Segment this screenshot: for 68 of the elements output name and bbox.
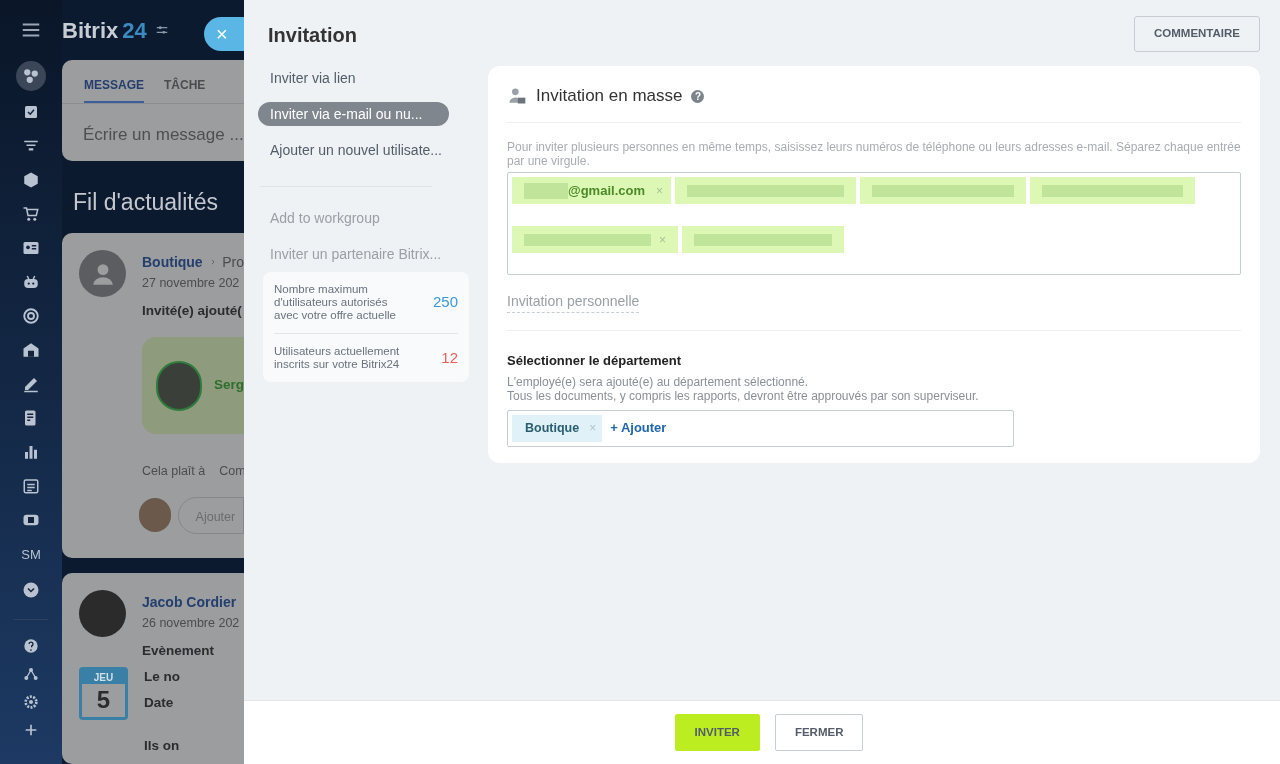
post-target: Pro bbox=[222, 252, 244, 272]
task-icon[interactable] bbox=[22, 103, 40, 121]
contact-card-icon[interactable] bbox=[22, 239, 40, 257]
stat-label: Utilisateurs actuellement inscrits sur votre Bitrix24 bbox=[274, 345, 401, 371]
user-mail-icon bbox=[507, 86, 527, 106]
post-headline: Evènement bbox=[142, 641, 216, 660]
nav-item[interactable]: SM bbox=[21, 545, 41, 565]
post-headline: Invité(e) ajouté( bbox=[142, 301, 243, 320]
author-link[interactable]: Boutique bbox=[142, 251, 203, 273]
event-line: Le no bbox=[144, 668, 180, 686]
close-button[interactable]: FERMER bbox=[774, 714, 864, 751]
target-icon[interactable] bbox=[22, 307, 40, 325]
composer-tab[interactable]: TÂCHE bbox=[164, 60, 206, 103]
personal-invite-link[interactable]: Invitation personnelle bbox=[507, 291, 640, 313]
panel-title: Invitation bbox=[268, 23, 357, 48]
section-title: Sélectionner le département bbox=[507, 352, 683, 370]
emails-field[interactable]: @gmail.com × × bbox=[507, 172, 1241, 275]
cart-icon[interactable] bbox=[22, 205, 40, 223]
close-button[interactable]: × bbox=[204, 17, 244, 51]
section-title: Invitation en masse bbox=[536, 85, 683, 108]
calendar-day: 5 bbox=[82, 684, 125, 717]
sliders-icon bbox=[154, 23, 169, 37]
action-link[interactable]: Cela plaît à bbox=[142, 462, 206, 481]
author-link[interactable]: Jacob Cordier bbox=[142, 591, 237, 613]
hint-text: Tous les documents, y compris les rapports, devront être approuvés par son superviseur. bbox=[507, 388, 980, 403]
message-field[interactable]: Écrire un message ... bbox=[62, 104, 244, 148]
feed-icon[interactable] bbox=[16, 61, 46, 91]
comment-button[interactable]: COMMENTAIRE bbox=[1133, 16, 1260, 52]
calendar-day-name: JEU bbox=[93, 671, 114, 684]
chevron-down-icon[interactable] bbox=[22, 580, 40, 599]
post-date: 26 novembre 202 bbox=[142, 615, 240, 632]
menu-item[interactable]: Ajouter un nouvel utilisate... bbox=[258, 138, 469, 162]
avatar bbox=[79, 250, 126, 297]
stat-value: 250 bbox=[432, 292, 458, 313]
bar-chart-icon[interactable] bbox=[22, 443, 40, 461]
composer-tab[interactable]: MESSAGE bbox=[84, 60, 144, 103]
menu-item[interactable]: Inviter via e-mail ou nu... bbox=[258, 102, 449, 126]
avatar bbox=[156, 360, 202, 411]
tag-label: Boutique bbox=[525, 419, 580, 437]
signature-icon[interactable] bbox=[22, 375, 40, 393]
hint-text: Pour inviter plusieurs personnes en même temps, saisissez leurs numéros de téléphone ou leurs adresses e-mail. Séparez chaque entrée par une virgule. bbox=[507, 140, 1241, 168]
avatar bbox=[79, 590, 126, 637]
stat-value: 12 bbox=[441, 347, 458, 368]
robot-icon[interactable] bbox=[22, 273, 40, 291]
email-text: @gmail.com bbox=[568, 181, 645, 200]
box-icon[interactable] bbox=[22, 171, 40, 189]
network-icon[interactable] bbox=[23, 665, 39, 682]
settings-icon[interactable] bbox=[23, 693, 39, 710]
building-icon[interactable] bbox=[22, 341, 40, 359]
invite-button[interactable]: INVITER bbox=[674, 714, 760, 751]
help-icon[interactable] bbox=[23, 637, 39, 654]
menu-item[interactable]: Inviter via lien bbox=[258, 66, 469, 90]
logo-number: 24 bbox=[122, 16, 147, 45]
user-name: Serg bbox=[214, 376, 244, 395]
department-field[interactable]: Boutique × + Ajouter bbox=[507, 409, 1014, 447]
event-line: Date bbox=[144, 694, 175, 713]
help-icon[interactable]: ? bbox=[691, 89, 705, 103]
add-link[interactable]: + Ajouter bbox=[610, 418, 667, 438]
event-line: Ils on bbox=[144, 736, 180, 755]
email-chip[interactable]: @gmail.com × bbox=[512, 177, 671, 204]
feed-title: Fil d'actualités bbox=[72, 188, 219, 217]
avatar bbox=[139, 498, 171, 533]
stat-label: Nombre maximum d'utilisateurs autorisés avec votre offre actuelle bbox=[274, 283, 397, 322]
department-tag[interactable]: Boutique × bbox=[512, 414, 603, 442]
logo-text: Bitrix bbox=[62, 16, 119, 45]
calendar-list-icon[interactable] bbox=[22, 477, 40, 495]
post-date: 27 novembre 202 bbox=[142, 275, 241, 292]
hint-text: L'employé(e) sera ajouté(e) au département sélectionné. bbox=[507, 374, 810, 389]
